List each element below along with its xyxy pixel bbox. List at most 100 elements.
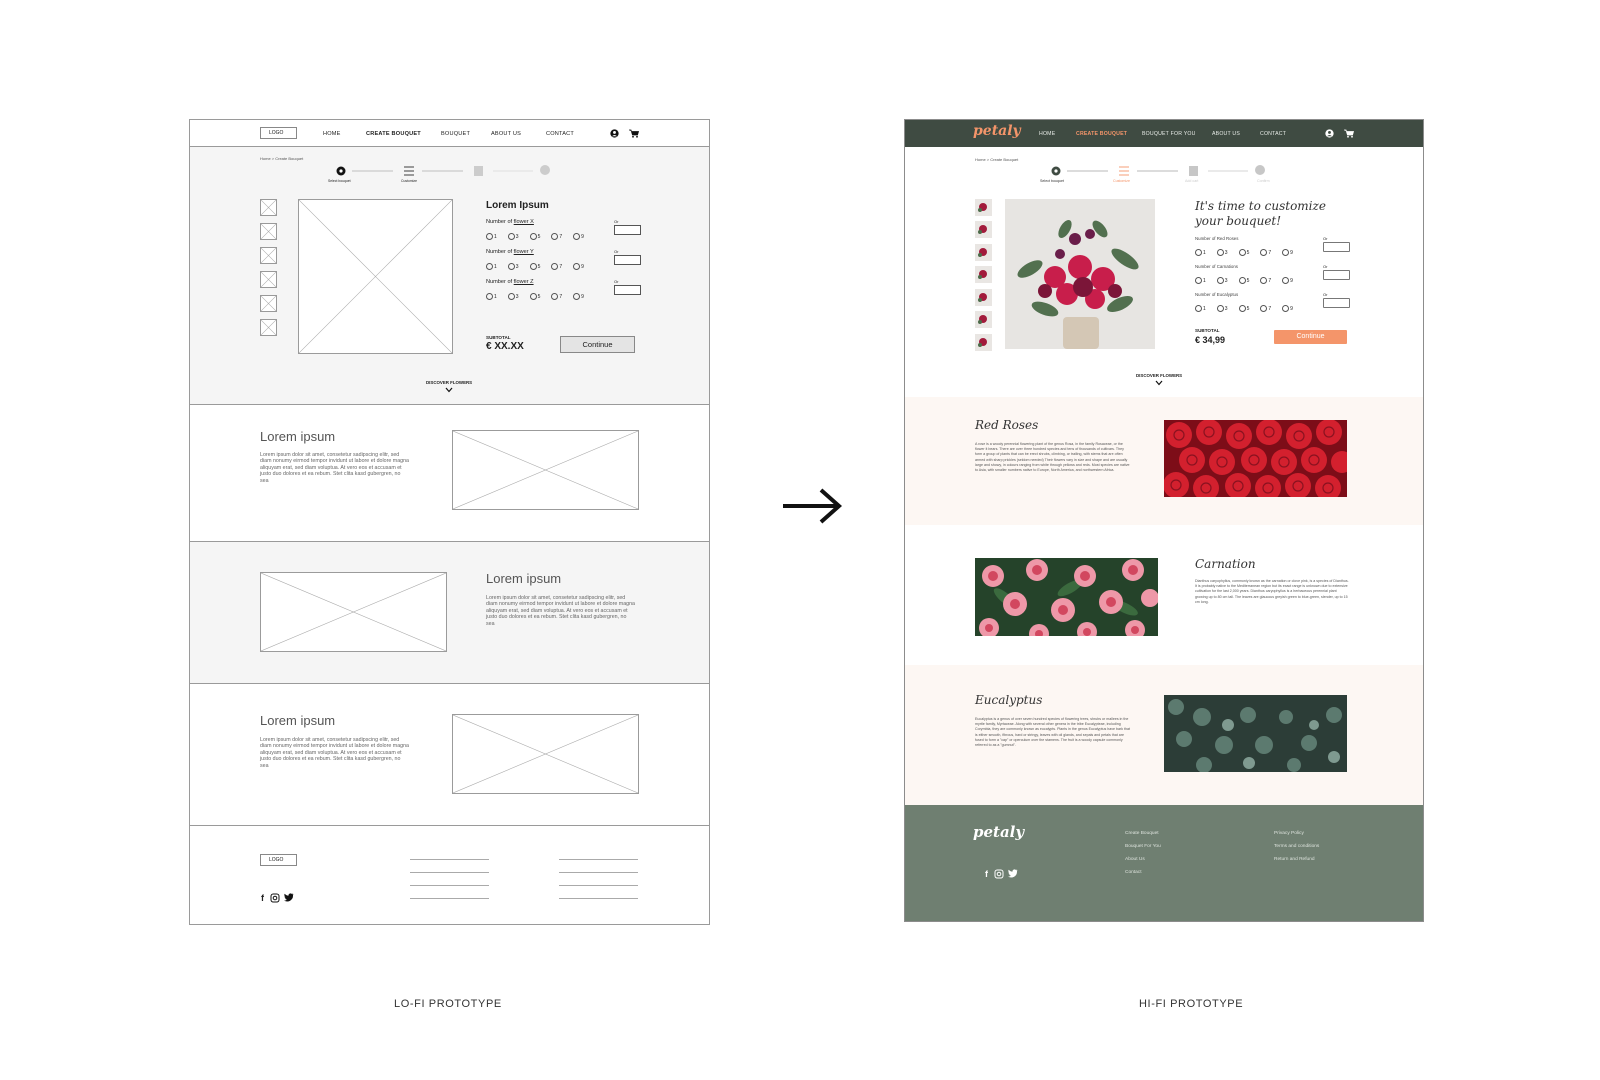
- lofi-thumbnail[interactable]: [260, 199, 277, 216]
- hifi-nav-about-us[interactable]: ABOUT US: [1212, 131, 1240, 137]
- lofi-thumbnail[interactable]: [260, 271, 277, 288]
- radio-option[interactable]: 3: [1216, 249, 1228, 257]
- radio-option[interactable]: 5: [1238, 305, 1249, 313]
- user-icon[interactable]: [1325, 129, 1334, 138]
- radio-option[interactable]: 7: [551, 293, 562, 301]
- lofi-quantity-input[interactable]: [614, 225, 641, 235]
- hifi-nav-bouquet-for-you[interactable]: BOUQUET FOR YOU: [1142, 131, 1196, 137]
- footer-link-placeholder[interactable]: [559, 885, 638, 886]
- lofi-section-body: Lorem ipsum dolor sit amet, consetetur s…: [260, 737, 409, 769]
- lofi-image-placeholder: [452, 430, 639, 510]
- radio-option[interactable]: 3: [507, 233, 519, 241]
- twitter-icon[interactable]: [284, 893, 294, 902]
- radio-option[interactable]: 7: [1260, 249, 1271, 257]
- footer-link-return-refund[interactable]: Return and Refund: [1274, 857, 1315, 862]
- footer-link-about-us[interactable]: About Us: [1125, 857, 1145, 862]
- radio-option[interactable]: 7: [551, 263, 562, 271]
- radio-option[interactable]: 9: [573, 233, 584, 241]
- lofi-nav-home[interactable]: HOME: [323, 131, 341, 137]
- hifi-footer: petaly f Create Bouquet Bouquet For You …: [905, 805, 1423, 921]
- footer-link-contact[interactable]: Contact: [1125, 870, 1142, 875]
- hifi-question-eucalyptus: Number of Eucalyptus 13579: [1195, 292, 1293, 313]
- footer-link-placeholder[interactable]: [410, 898, 489, 899]
- hifi-quantity-input[interactable]: [1323, 242, 1350, 252]
- chevron-down-icon[interactable]: [1155, 380, 1163, 386]
- radio-option[interactable]: 3: [1216, 305, 1228, 313]
- hifi-discover-label[interactable]: DISCOVER FLOWERS: [1136, 373, 1182, 378]
- lofi-quantity-input[interactable]: [614, 255, 641, 265]
- hifi-flower-heading: Carnation: [1195, 557, 1256, 571]
- radio-option[interactable]: 9: [1282, 277, 1293, 285]
- footer-link-placeholder[interactable]: [410, 872, 489, 873]
- radio-option[interactable]: 3: [507, 293, 519, 301]
- hifi-continue-button[interactable]: Continue: [1274, 330, 1347, 344]
- hifi-breadcrumb[interactable]: Home > Create Bouquet: [975, 157, 1018, 162]
- radio-option[interactable]: 3: [507, 263, 519, 271]
- radio-option[interactable]: 9: [573, 293, 584, 301]
- radio-option[interactable]: 3: [1216, 277, 1228, 285]
- lofi-thumbnail[interactable]: [260, 247, 277, 264]
- radio-option[interactable]: 7: [1260, 277, 1271, 285]
- hifi-product-title: It's time to customize your bouquet!: [1195, 199, 1326, 228]
- lofi-thumbnail[interactable]: [260, 295, 277, 312]
- footer-link-terms[interactable]: Terms and conditions: [1274, 844, 1319, 849]
- radio-option[interactable]: 1: [486, 293, 497, 301]
- lofi-continue-button[interactable]: Continue: [560, 336, 635, 353]
- radio-option[interactable]: 9: [1282, 249, 1293, 257]
- footer-link-placeholder[interactable]: [559, 872, 638, 873]
- lofi-nav-bouquet[interactable]: BOUQUET: [441, 131, 470, 137]
- radio-option[interactable]: 1: [486, 233, 497, 241]
- radio-option[interactable]: 9: [573, 263, 584, 271]
- radio-option[interactable]: 7: [1260, 305, 1271, 313]
- radio-option[interactable]: 9: [1282, 305, 1293, 313]
- cart-icon[interactable]: [629, 129, 639, 138]
- lofi-nav-about-us[interactable]: ABOUT US: [491, 131, 521, 137]
- footer-link-bouquet-for-you[interactable]: Bouquet For You: [1125, 844, 1161, 849]
- chevron-down-icon[interactable]: [445, 387, 453, 393]
- hifi-quantity-input[interactable]: [1323, 270, 1350, 280]
- hifi-brand-logo[interactable]: petaly: [973, 123, 1021, 139]
- radio-option[interactable]: 1: [1195, 305, 1206, 313]
- footer-link-placeholder[interactable]: [559, 859, 638, 860]
- radio-option[interactable]: 5: [529, 233, 540, 241]
- hifi-quantity-input[interactable]: [1323, 298, 1350, 308]
- lofi-footer-logo[interactable]: LOGO: [260, 854, 297, 866]
- lofi-section-heading: Lorem ipsum: [486, 571, 562, 586]
- lofi-thumbnail[interactable]: [260, 223, 277, 240]
- radio-option[interactable]: 1: [1195, 249, 1206, 257]
- radio-option[interactable]: 7: [551, 233, 562, 241]
- lofi-footer: LOGO f: [190, 826, 709, 924]
- lofi-nav-contact[interactable]: CONTACT: [546, 131, 574, 137]
- lofi-quantity-input[interactable]: [614, 285, 641, 295]
- hifi-nav-home[interactable]: HOME: [1039, 131, 1055, 137]
- footer-link-privacy-policy[interactable]: Privacy Policy: [1274, 831, 1304, 836]
- hifi-bouquet-photo: [1005, 199, 1155, 349]
- facebook-icon[interactable]: f: [985, 869, 988, 879]
- radio-option[interactable]: 1: [1195, 277, 1206, 285]
- instagram-icon[interactable]: [270, 893, 280, 903]
- user-icon[interactable]: [610, 129, 619, 138]
- radio-option[interactable]: 5: [529, 293, 540, 301]
- footer-link-placeholder[interactable]: [559, 898, 638, 899]
- footer-link-placeholder[interactable]: [410, 859, 489, 860]
- hifi-nav-create-bouquet[interactable]: CREATE BOUQUET: [1076, 131, 1127, 137]
- facebook-icon[interactable]: f: [261, 893, 264, 903]
- instagram-icon[interactable]: [994, 869, 1004, 879]
- radio-option[interactable]: 5: [529, 263, 540, 271]
- hifi-footer-logo[interactable]: petaly: [973, 823, 1024, 841]
- lofi-logo[interactable]: LOGO: [260, 127, 297, 139]
- lofi-thumbnail[interactable]: [260, 319, 277, 336]
- lofi-product-title: Lorem Ipsum: [486, 200, 549, 211]
- radio-option[interactable]: 5: [1238, 277, 1249, 285]
- radio-option[interactable]: 5: [1238, 249, 1249, 257]
- hifi-nav-contact[interactable]: CONTACT: [1260, 131, 1286, 137]
- cart-icon[interactable]: [1344, 129, 1354, 138]
- footer-link-placeholder[interactable]: [410, 885, 489, 886]
- lofi-breadcrumb[interactable]: Home > Create Bouquet: [260, 156, 303, 161]
- footer-link-create-bouquet[interactable]: Create Bouquet: [1125, 831, 1159, 836]
- radio-option[interactable]: 1: [486, 263, 497, 271]
- lofi-discover-label[interactable]: DISCOVER FLOWERS: [426, 380, 472, 385]
- twitter-icon[interactable]: [1008, 869, 1018, 878]
- lofi-nav-create-bouquet[interactable]: CREATE BOUQUET: [366, 131, 421, 137]
- hifi-thumbnail-strip[interactable]: [975, 199, 992, 351]
